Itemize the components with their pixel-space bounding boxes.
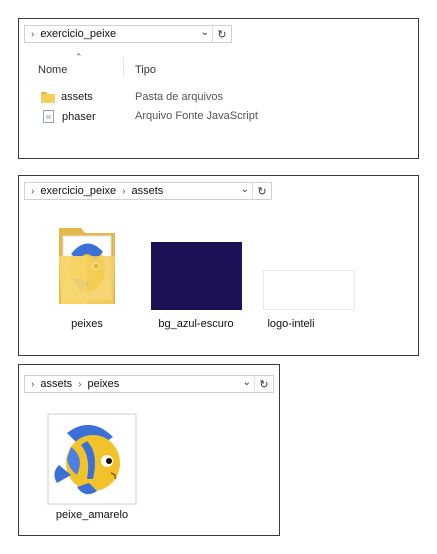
breadcrumb-assets[interactable]: assets xyxy=(40,378,72,390)
item-label: bg_azul-escuro xyxy=(158,318,234,330)
refresh-icon[interactable]: ↻ xyxy=(254,376,273,392)
chevron-right-icon[interactable]: › xyxy=(122,186,125,197)
dark-blue-image-thumbnail xyxy=(151,242,242,310)
breadcrumb-exercicio-peixe[interactable]: exercicio_peixe xyxy=(40,28,116,40)
explorer-window-details: › exercicio_peixe ⌄ ↻ Nome ⌃ Tipo assets… xyxy=(18,18,419,159)
yellow-fish-image-thumbnail xyxy=(47,413,137,505)
breadcrumb-peixes[interactable]: peixes xyxy=(87,378,119,390)
chevron-right-icon[interactable]: › xyxy=(31,186,34,197)
grid-item-bg-azul-escuro[interactable]: bg_azul-escuro xyxy=(143,236,243,336)
file-name: phaser xyxy=(62,110,96,123)
grid-item-logo-inteli[interactable]: logo-inteli xyxy=(259,236,359,336)
refresh-icon[interactable]: ↻ xyxy=(252,183,271,199)
explorer-window-icons-peixes: › assets › peixes ⌄ ↻ peixe_amarelo xyxy=(18,364,280,536)
item-label: logo-inteli xyxy=(267,318,315,330)
item-label: peixe_amarelo xyxy=(55,509,129,521)
list-item[interactable]: assets xyxy=(41,91,93,103)
sort-ascending-icon: ⌃ xyxy=(75,52,83,62)
breadcrumb-assets[interactable]: assets xyxy=(132,185,164,197)
blank-image-thumbnail xyxy=(263,270,355,310)
chevron-down-icon[interactable]: ⌄ xyxy=(241,184,249,195)
column-header-type[interactable]: Tipo xyxy=(135,64,156,76)
column-header-name[interactable]: Nome xyxy=(38,64,67,76)
column-divider[interactable] xyxy=(123,57,124,77)
grid-item-peixe-amarelo[interactable]: peixe_amarelo xyxy=(45,411,141,526)
list-item[interactable]: phaser xyxy=(43,110,96,123)
breadcrumb-exercicio-peixe[interactable]: exercicio_peixe xyxy=(40,185,116,197)
chevron-right-icon[interactable]: › xyxy=(31,29,34,40)
file-type: Pasta de arquivos xyxy=(135,91,224,103)
file-name: assets xyxy=(61,91,93,103)
folder-icon xyxy=(41,91,55,103)
refresh-icon[interactable]: ↻ xyxy=(212,26,231,42)
file-type: Arquivo Fonte JavaScript xyxy=(135,110,258,122)
chevron-down-icon[interactable]: ⌄ xyxy=(201,27,209,38)
explorer-window-icons: › exercicio_peixe › assets ⌄ ↻ peixes bg… xyxy=(18,175,419,356)
chevron-right-icon[interactable]: › xyxy=(78,379,81,390)
address-bar[interactable]: › exercicio_peixe ⌄ ↻ xyxy=(24,25,232,43)
address-bar[interactable]: › assets › peixes ⌄ ↻ xyxy=(24,375,274,393)
chevron-down-icon[interactable]: ⌄ xyxy=(243,377,251,388)
js-file-icon xyxy=(43,110,54,123)
folder-with-fish-preview-icon xyxy=(59,228,115,304)
address-bar[interactable]: › exercicio_peixe › assets ⌄ ↻ xyxy=(24,182,272,200)
chevron-right-icon[interactable]: › xyxy=(31,379,34,390)
grid-item-peixes[interactable]: peixes xyxy=(47,224,127,334)
item-label: peixes xyxy=(71,318,103,330)
